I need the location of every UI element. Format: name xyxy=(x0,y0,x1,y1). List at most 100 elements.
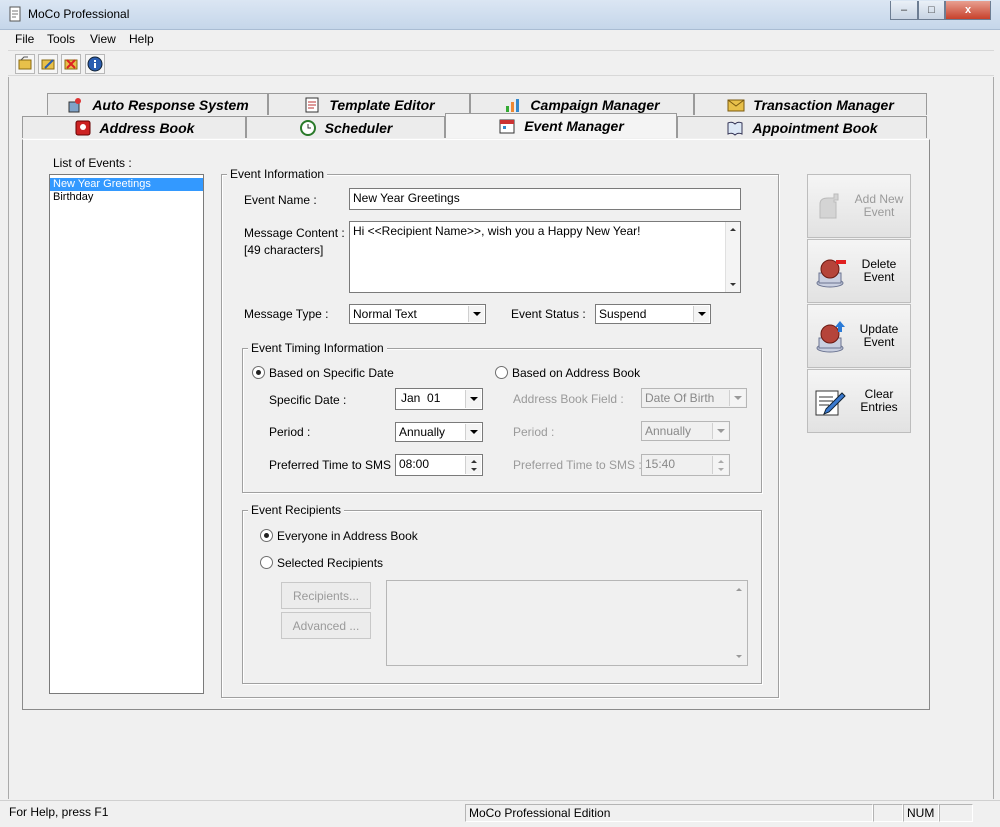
chevron-down-icon xyxy=(465,424,481,440)
ab-period-value: Annually xyxy=(645,424,692,438)
specific-date-radio[interactable] xyxy=(252,366,265,379)
close-button[interactable]: x xyxy=(945,1,991,20)
list-item[interactable]: New Year Greetings xyxy=(50,178,203,191)
tab-label: Campaign Manager xyxy=(530,96,660,113)
recipients-scrollbar[interactable] xyxy=(731,581,747,665)
update-event-line2: Event xyxy=(863,335,895,349)
advanced-button[interactable]: Advanced ... xyxy=(281,612,371,639)
address-book-field-value: Date Of Birth xyxy=(645,391,715,405)
info-icon[interactable] xyxy=(85,54,105,74)
specific-date-label: Specific Date : xyxy=(269,393,347,407)
tab-address-book[interactable]: Address Book xyxy=(22,116,246,138)
minimize-button[interactable]: – xyxy=(890,1,918,20)
add-event-line1: Add New xyxy=(854,192,904,206)
preferred-time-label: Preferred Time to SMS : xyxy=(269,458,398,472)
specific-date-picker[interactable]: Jan 01 xyxy=(395,388,483,410)
status-cell-empty-2 xyxy=(939,804,973,822)
list-item[interactable]: Birthday xyxy=(50,191,203,204)
address-book-radio[interactable] xyxy=(495,366,508,379)
ab-preferred-time-spinner[interactable]: 15:40 xyxy=(641,454,730,476)
update-event-icon xyxy=(816,321,845,353)
chevron-down-icon xyxy=(468,306,484,322)
ab-period-label: Period : xyxy=(513,425,555,439)
tab-template-editor[interactable]: Template Editor xyxy=(268,93,470,115)
campaign-icon xyxy=(506,98,520,112)
spin-down-icon[interactable] xyxy=(712,464,728,474)
event-recipients-title: Event Recipients xyxy=(248,503,345,517)
delete-event-icon xyxy=(816,259,846,288)
template-icon xyxy=(305,97,319,112)
event-name-label: Event Name : xyxy=(244,193,317,207)
message-content-label: Message Content : xyxy=(244,226,345,240)
delete-icon[interactable] xyxy=(61,54,81,74)
tab-transaction-manager[interactable]: Transaction Manager xyxy=(694,93,927,115)
everyone-radio-label: Everyone in Address Book xyxy=(277,529,418,543)
toolbar xyxy=(8,50,994,76)
robot-icon xyxy=(68,97,82,112)
period-value: Annually xyxy=(399,425,446,439)
recipients-button[interactable]: Recipients... xyxy=(281,582,371,609)
app-icon xyxy=(9,6,21,22)
tab-label: Auto Response System xyxy=(92,96,249,113)
book-icon xyxy=(727,121,743,136)
event-status-label: Event Status : xyxy=(511,307,586,321)
period-select[interactable]: Annually xyxy=(395,422,483,442)
menu-view[interactable]: View xyxy=(90,32,116,46)
tab-label: Event Manager xyxy=(524,118,624,134)
clear-entries-button[interactable]: Clear Entries xyxy=(807,369,911,433)
message-scrollbar[interactable] xyxy=(725,222,740,292)
add-new-event-button[interactable]: Add New Event xyxy=(807,174,911,238)
menu-file[interactable]: File xyxy=(15,32,34,46)
clear-entries-line2: Entries xyxy=(860,400,898,414)
ab-period-select[interactable]: Annually xyxy=(641,421,730,441)
add-event-line2: Event xyxy=(863,205,895,219)
update-event-line1: Update xyxy=(859,322,899,336)
event-name-input[interactable]: New Year Greetings xyxy=(349,188,741,210)
delete-event-line1: Delete xyxy=(861,257,897,271)
event-status-value: Suspend xyxy=(599,307,647,321)
tab-auto-response-system[interactable]: Auto Response System xyxy=(47,93,268,115)
character-count: [49 characters] xyxy=(244,243,324,257)
envelope-icon xyxy=(727,99,745,111)
edit-icon[interactable] xyxy=(38,54,58,74)
message-type-value: Normal Text xyxy=(353,307,417,321)
tab-scheduler[interactable]: Scheduler xyxy=(246,116,445,138)
ab-preferred-time-value: 15:40 xyxy=(645,457,676,471)
selected-recipients-radio[interactable] xyxy=(260,556,273,569)
add-event-icon xyxy=(819,193,839,219)
chevron-down-icon xyxy=(729,390,745,406)
title-bar: MoCo Professional – □ x xyxy=(0,0,1000,30)
recipients-list[interactable] xyxy=(386,580,748,666)
message-type-select[interactable]: Normal Text xyxy=(349,304,486,324)
preferred-time-value: 08:00 xyxy=(399,457,430,471)
chevron-down-icon xyxy=(712,423,728,439)
preferred-time-spinner[interactable]: 08:00 xyxy=(395,454,483,476)
open-icon[interactable] xyxy=(15,54,35,74)
address-book-radio-label: Based on Address Book xyxy=(512,366,641,380)
period-label: Period : xyxy=(269,425,311,439)
tab-label: Transaction Manager xyxy=(753,96,894,113)
event-timing-title: Event Timing Information xyxy=(248,341,387,355)
event-information-title: Event Information xyxy=(227,167,328,181)
event-icon xyxy=(499,119,515,134)
message-content-textarea[interactable]: Hi <<Recipient Name>>, wish you a Happy … xyxy=(349,221,741,293)
event-status-select[interactable]: Suspend xyxy=(595,304,711,324)
tab-label: Scheduler xyxy=(324,119,393,136)
maximize-button[interactable]: □ xyxy=(918,1,945,20)
tab-label: Appointment Book xyxy=(752,119,878,136)
spin-down-icon[interactable] xyxy=(465,464,481,474)
events-listbox[interactable]: New Year Greetings Birthday xyxy=(49,174,204,694)
tab-campaign-manager[interactable]: Campaign Manager xyxy=(470,93,694,115)
address-book-field-select[interactable]: Date Of Birth xyxy=(641,388,747,408)
everyone-radio[interactable] xyxy=(260,529,273,542)
clear-entries-line1: Clear xyxy=(864,387,894,401)
selected-recipients-label: Selected Recipients xyxy=(277,556,384,570)
events-list-label: List of Events : xyxy=(53,156,132,170)
menu-help[interactable]: Help xyxy=(129,32,154,46)
tab-appointment-book[interactable]: Appointment Book xyxy=(677,116,927,138)
menu-tools[interactable]: Tools xyxy=(47,32,75,46)
delete-event-button[interactable]: Delete Event xyxy=(807,239,911,303)
address-book-field-label: Address Book Field : xyxy=(513,392,624,406)
update-event-button[interactable]: Update Event xyxy=(807,304,911,368)
tab-event-manager[interactable]: Event Manager xyxy=(445,113,677,138)
